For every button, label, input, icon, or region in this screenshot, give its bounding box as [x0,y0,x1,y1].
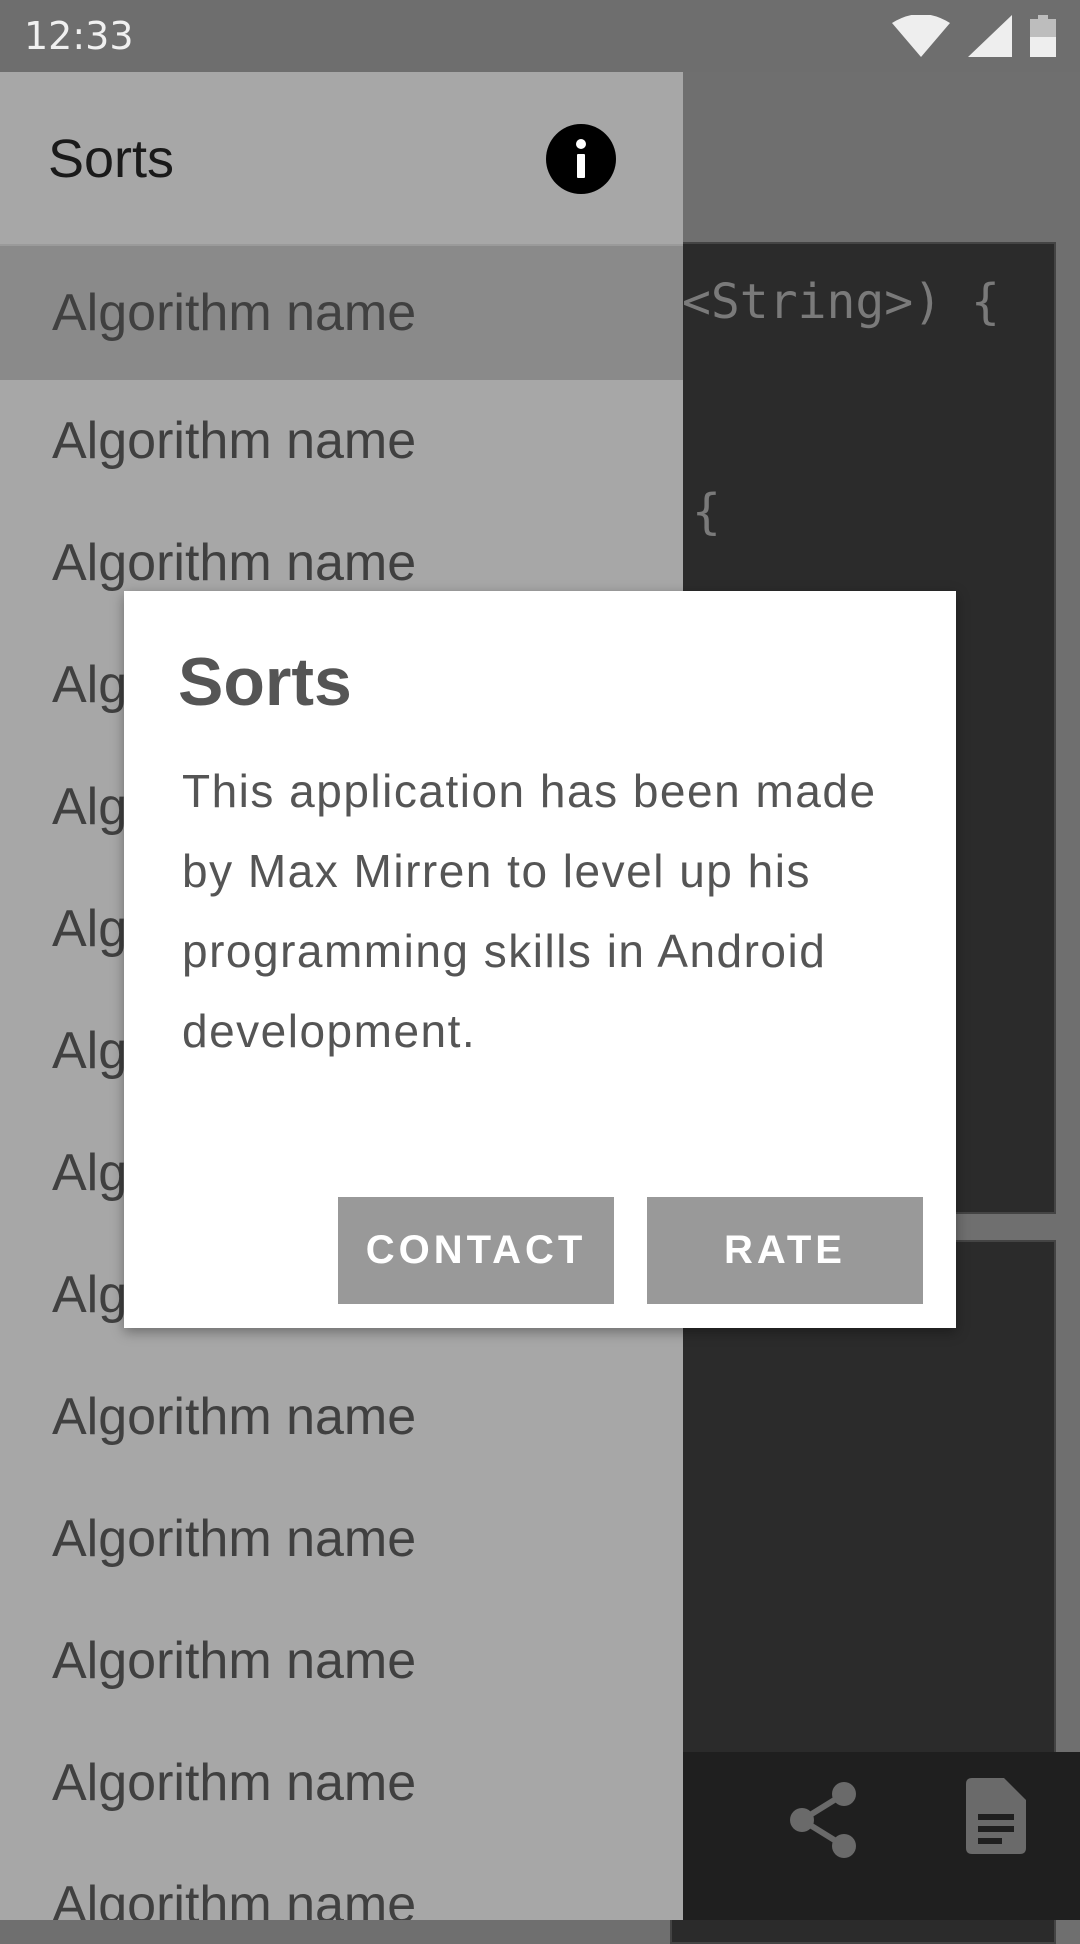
status-time: 12:33 [24,14,134,58]
info-icon[interactable] [546,124,616,194]
list-item[interactable]: Algorithm name [0,1844,683,1920]
code-line: <String>) { [682,274,1000,330]
list-item[interactable]: Algorithm name [0,380,683,502]
contact-button[interactable]: CONTACT [338,1197,614,1304]
signal-icon [968,15,1012,57]
list-item[interactable]: Algorithm name [0,246,683,380]
rate-button[interactable]: RATE [647,1197,923,1304]
status-bar: 12:33 [0,0,1080,72]
status-icons [892,14,1056,58]
list-item[interactable]: Algorithm name [0,1600,683,1722]
wifi-icon [892,15,950,57]
document-icon[interactable] [966,1778,1026,1854]
drawer-title: Sorts [48,129,175,189]
list-item[interactable]: Algorithm name [0,1478,683,1600]
list-item[interactable]: Algorithm name [0,1356,683,1478]
battery-icon [1030,15,1056,57]
share-icon[interactable] [788,1782,858,1858]
about-dialog: Sorts This application has been made by … [124,591,956,1328]
drawer-header: Sorts [0,72,683,246]
dialog-title: Sorts [178,644,352,720]
list-item[interactable]: Algorithm name [0,1722,683,1844]
code-line: { [692,484,721,540]
dialog-message: This application has been made by Max Mi… [182,765,877,1057]
